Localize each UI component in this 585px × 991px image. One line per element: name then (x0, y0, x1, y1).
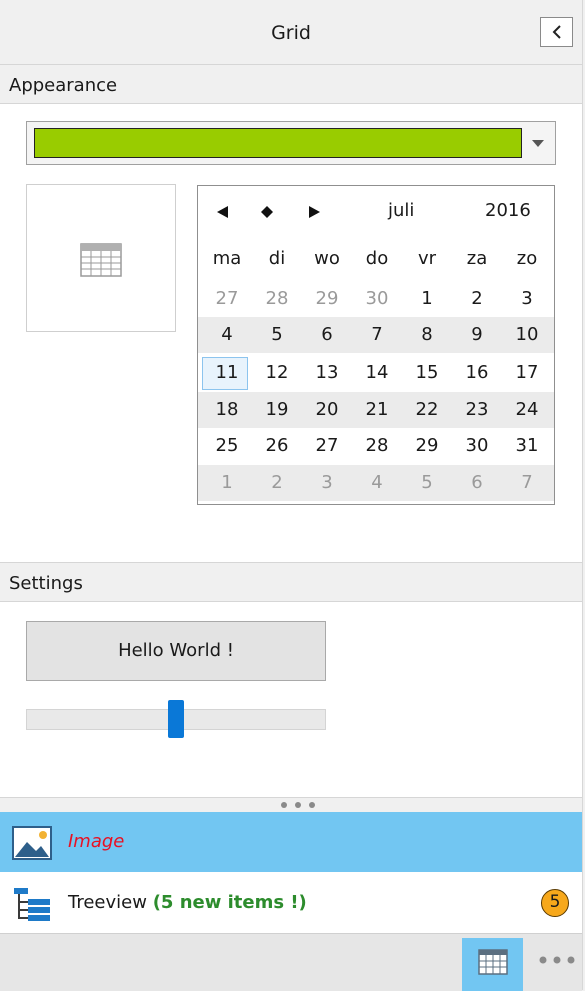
calendar-week-row: 4 5 6 7 8 9 10 (198, 317, 554, 353)
calendar-day[interactable]: 3 (302, 472, 352, 493)
next-month-button[interactable] (302, 200, 326, 224)
calendar-week-row: 27 28 29 30 1 2 3 (198, 281, 554, 317)
calendar-day[interactable]: 2 (252, 472, 302, 493)
collapse-button[interactable] (540, 17, 573, 47)
calendar-day[interactable]: 22 (402, 399, 452, 420)
calendar-day[interactable]: 30 (352, 288, 402, 309)
previous-month-icon (217, 206, 228, 218)
grid-panel: Grid Appearance juli 2016 ma di wo do vr… (0, 0, 583, 991)
calendar: juli 2016 ma di wo do vr za zo 27 28 29 … (197, 185, 555, 505)
splitter[interactable] (0, 797, 582, 813)
calendar-day[interactable]: 23 (452, 399, 502, 420)
current-month-icon (261, 206, 273, 218)
calendar-day[interactable]: 28 (252, 288, 302, 309)
calendar-month[interactable]: juli (388, 200, 414, 221)
calendar-day[interactable]: 4 (352, 472, 402, 493)
nav-item-treeview[interactable]: Treeview (5 new items !) 5 (0, 873, 582, 933)
day-of-week-label: vr (417, 248, 437, 269)
calendar-day[interactable]: 21 (352, 399, 402, 420)
calendar-day[interactable]: 6 (452, 472, 502, 493)
calendar-day[interactable]: 15 (402, 362, 452, 383)
calendar-day[interactable]: 16 (452, 362, 502, 383)
day-of-week-label: di (268, 248, 286, 269)
calendar-day[interactable]: 7 (352, 324, 402, 345)
calendar-day[interactable]: 1 (202, 472, 252, 493)
calendar-day[interactable]: 3 (502, 288, 552, 309)
notification-badge: 5 (541, 889, 569, 917)
calendar-day[interactable]: 20 (302, 399, 352, 420)
treeview-new-items-text: (5 new items !) (152, 892, 307, 913)
treeview-label-text: Treeview (68, 892, 147, 913)
more-icon[interactable] (538, 955, 576, 965)
calendar-day[interactable]: 30 (452, 435, 502, 456)
calendar-day[interactable]: 7 (502, 472, 552, 493)
nav-item-image-label: Image (68, 831, 125, 852)
calendar-day[interactable]: 19 (252, 399, 302, 420)
settings-label: Settings (9, 573, 83, 594)
calendar-header: juli 2016 (198, 186, 554, 238)
days-of-week-row: ma di wo do vr za zo (198, 244, 554, 274)
grid-view-button[interactable] (462, 938, 523, 991)
day-of-week-label: za (466, 248, 488, 269)
treeview-icon (14, 888, 50, 921)
calendar-day[interactable]: 5 (252, 324, 302, 345)
calendar-day[interactable]: 29 (302, 288, 352, 309)
calendar-day[interactable]: 25 (202, 435, 252, 456)
bottom-toolbar (0, 933, 582, 991)
next-month-icon (309, 206, 320, 218)
image-icon (12, 826, 52, 860)
appearance-section-header[interactable]: Appearance (0, 65, 582, 104)
color-swatch (34, 128, 522, 158)
calendar-day[interactable]: 27 (202, 288, 252, 309)
calendar-day[interactable]: 17 (502, 362, 552, 383)
appearance-label: Appearance (9, 75, 118, 96)
calendar-year[interactable]: 2016 (485, 200, 531, 221)
calendar-day[interactable]: 6 (302, 324, 352, 345)
grid-icon (478, 949, 508, 975)
calendar-day[interactable]: 2 (452, 288, 502, 309)
hello-world-button[interactable]: Hello World ! (26, 621, 326, 681)
calendar-day[interactable]: 31 (502, 435, 552, 456)
calendar-week-row: 25 26 27 28 29 30 31 (198, 428, 554, 464)
slider-thumb[interactable] (168, 700, 184, 738)
day-of-week-label: wo (314, 248, 340, 269)
day-of-week-label: do (365, 248, 389, 269)
chevron-down-icon (532, 140, 544, 147)
calendar-grid-icon (80, 243, 122, 277)
color-picker[interactable] (26, 121, 556, 165)
panel-header: Grid (0, 0, 582, 65)
calendar-day[interactable]: 29 (402, 435, 452, 456)
calendar-day[interactable]: 8 (402, 324, 452, 345)
calendar-day[interactable]: 14 (352, 362, 402, 383)
calendar-day[interactable]: 13 (302, 362, 352, 383)
calendar-day[interactable]: 18 (202, 399, 252, 420)
calendar-week-row: 18 19 20 21 22 23 24 (198, 392, 554, 428)
settings-section-header[interactable]: Settings (0, 562, 582, 602)
calendar-week-row: 1 2 3 4 5 6 7 (198, 465, 554, 501)
previous-month-button[interactable] (210, 200, 234, 224)
calendar-day[interactable]: 1 (402, 288, 452, 309)
calendar-day[interactable]: 9 (452, 324, 502, 345)
calendar-day[interactable]: 26 (252, 435, 302, 456)
current-month-button[interactable] (255, 200, 279, 224)
calendar-day[interactable]: 12 (252, 362, 302, 383)
day-of-week-label: ma (212, 248, 242, 269)
calendar-day[interactable]: 10 (502, 324, 552, 345)
calendar-day[interactable]: 5 (402, 472, 452, 493)
day-of-week-label: zo (516, 248, 538, 269)
splitter-grip-icon (281, 802, 315, 808)
nav-item-treeview-label: Treeview (5 new items !) (68, 892, 307, 913)
calendar-day[interactable]: 27 (302, 435, 352, 456)
chevron-left-icon (552, 25, 561, 39)
panel-title: Grid (271, 22, 311, 44)
calendar-icon-box (26, 184, 176, 332)
calendar-day-selected[interactable]: 11 (202, 362, 252, 383)
calendar-week-row: 11 12 13 14 15 16 17 (198, 355, 554, 391)
calendar-day[interactable]: 4 (202, 324, 252, 345)
calendar-day[interactable]: 28 (352, 435, 402, 456)
nav-item-image[interactable]: Image (0, 812, 582, 872)
calendar-day[interactable]: 24 (502, 399, 552, 420)
